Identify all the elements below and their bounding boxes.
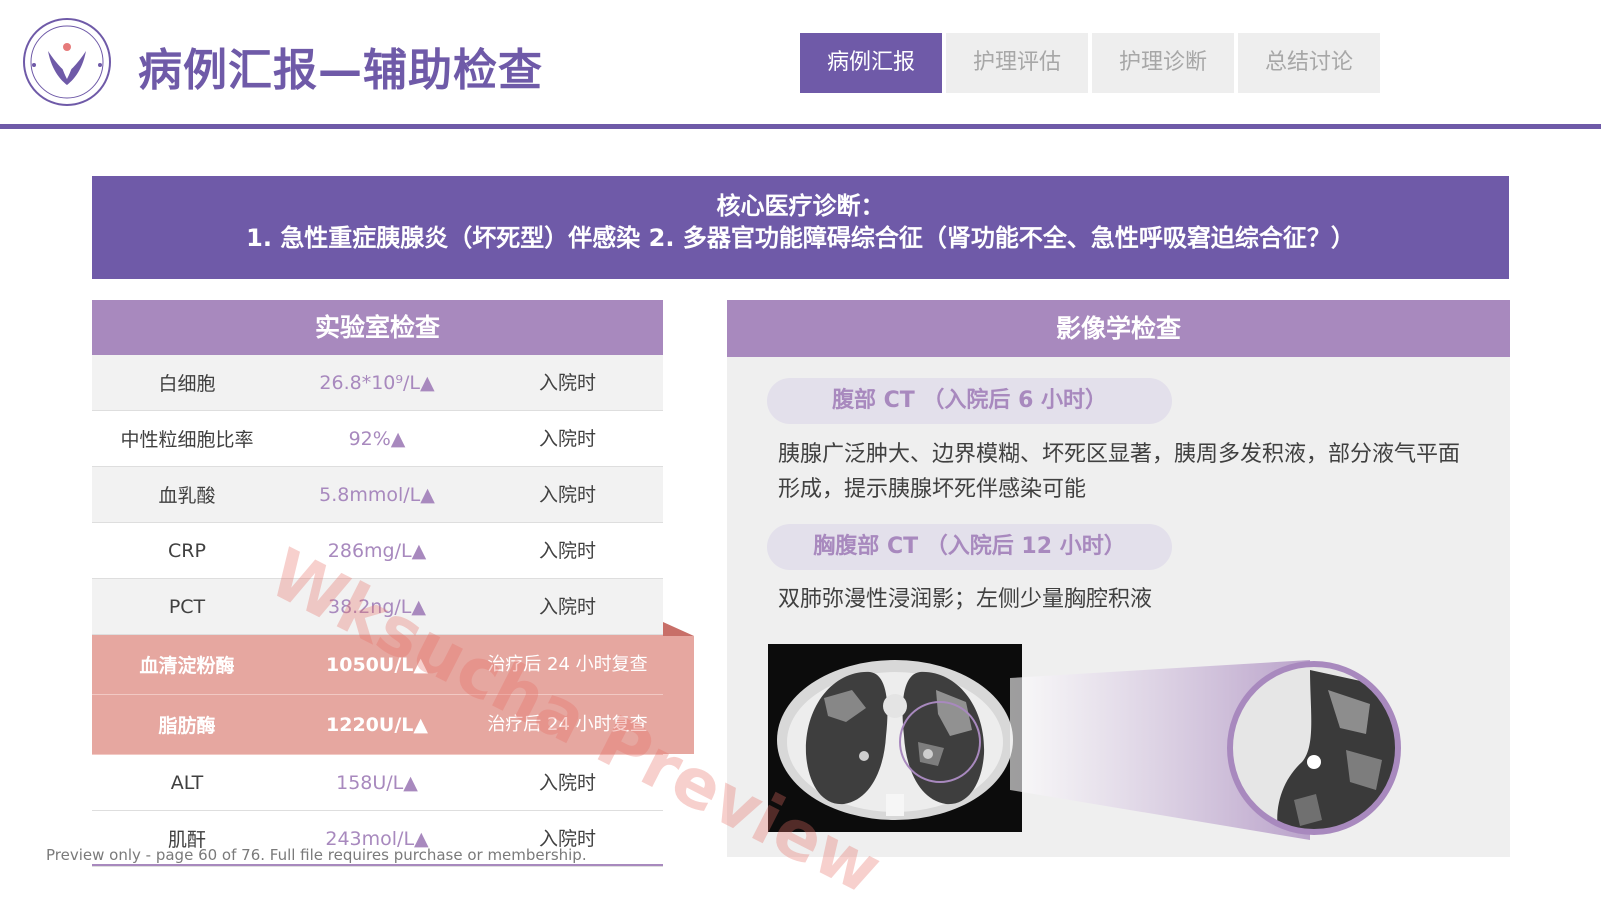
header-divider <box>0 124 1601 129</box>
page-title: 病例汇报—辅助检查 <box>138 45 543 96</box>
lab-item: ALT <box>170 771 204 794</box>
lab-time: 治疗后 24 小时复查 <box>487 713 648 735</box>
lab-value: 1050U/L▲ <box>326 653 428 676</box>
lab-item: CRP <box>168 539 206 562</box>
lab-value: 1220U/L▲ <box>326 713 428 736</box>
lab-item: 白细胞 <box>158 373 216 395</box>
highlight-extension <box>663 636 694 754</box>
table-row: 中性粒细胞比率 92%▲ 入院时 <box>92 411 663 467</box>
lab-section-header: 实验室检查 <box>92 300 663 355</box>
table-row-highlighted: 脂肪酶 1220U/L▲ 治疗后 24 小时复查 <box>92 695 663 755</box>
tab-case-report[interactable]: 病例汇报 <box>800 33 942 93</box>
lab-item: 血乳酸 <box>158 485 216 507</box>
lab-time: 入院时 <box>538 427 596 450</box>
highlight-fold <box>663 622 694 636</box>
diagnosis-title: 核心医疗诊断： <box>716 192 885 220</box>
hospital-logo <box>23 18 111 106</box>
lab-time: 入院时 <box>538 371 596 394</box>
lab-time: 入院时 <box>538 483 596 506</box>
lab-item: 血清淀粉酶 <box>139 655 235 677</box>
tab-summary-discussion[interactable]: 总结讨论 <box>1238 33 1380 93</box>
section-nav: 病例汇报 护理评估 护理诊断 总结讨论 <box>800 33 1380 93</box>
lab-value: 158U/L▲ <box>336 771 418 794</box>
imaging-section-header: 影像学检查 <box>727 300 1510 357</box>
tab-nursing-assessment[interactable]: 护理评估 <box>946 33 1088 93</box>
lab-item: 中性粒细胞比率 <box>120 429 254 451</box>
lab-time: 入院时 <box>538 595 596 618</box>
tab-nursing-diagnosis[interactable]: 护理诊断 <box>1092 33 1234 93</box>
diagnosis-text: 1. 急性重症胰腺炎（坏死型）伴感染 2. 多器官功能障碍综合征（肾功能不全、急… <box>246 224 1355 252</box>
lab-item: PCT <box>168 595 206 618</box>
exam-finding-abdominal-ct: 胰腺广泛肿大、边界模糊、坏死区显著，胰周多发积液，部分液气平面形成，提示胰腺坏死… <box>778 442 1461 502</box>
table-row: PCT 38.2ng/L▲ 入院时 <box>92 579 663 635</box>
lab-time: 入院时 <box>538 539 596 562</box>
chest-ct-image <box>768 644 1022 832</box>
table-row-highlighted: 血清淀粉酶 1050U/L▲ 治疗后 24 小时复查 <box>92 635 663 695</box>
lab-value: 5.8mmol/L▲ <box>319 483 435 506</box>
exam-finding-chest-abdominal-ct: 双肺弥漫性浸润影；左侧少量胸腔积液 <box>778 587 1153 612</box>
lab-results-table: 白细胞 26.8*10⁹/L▲ 入院时 中性粒细胞比率 92%▲ 入院时 血乳酸… <box>92 355 663 867</box>
table-row: 血乳酸 5.8mmol/L▲ 入院时 <box>92 467 663 523</box>
diagnosis-banner: 核心医疗诊断： 1. 急性重症胰腺炎（坏死型）伴感染 2. 多器官功能障碍综合征… <box>92 176 1509 279</box>
lab-time: 入院时 <box>538 771 596 794</box>
lab-value: 38.2ng/L▲ <box>327 595 426 618</box>
lab-item: 脂肪酶 <box>158 715 216 737</box>
lab-value: 286mg/L▲ <box>327 539 427 562</box>
exam-label-abdominal-ct: 腹部 CT （入院后 6 小时） <box>767 378 1172 424</box>
lab-value: 26.8*10⁹/L▲ <box>319 371 435 394</box>
lab-table-bottom-rule <box>92 864 663 866</box>
table-row: CRP 286mg/L▲ 入院时 <box>92 523 663 579</box>
ct-zoom-callout <box>1010 660 1401 840</box>
table-row: 白细胞 26.8*10⁹/L▲ 入院时 <box>92 355 663 411</box>
table-row: ALT 158U/L▲ 入院时 <box>92 755 663 811</box>
preview-footer-note: Preview only - page 60 of 76. Full file … <box>46 846 587 864</box>
lab-time: 治疗后 24 小时复查 <box>487 653 648 675</box>
lab-value: 92%▲ <box>348 427 406 450</box>
exam-label-chest-abdominal-ct: 胸腹部 CT （入院后 12 小时） <box>767 524 1172 570</box>
